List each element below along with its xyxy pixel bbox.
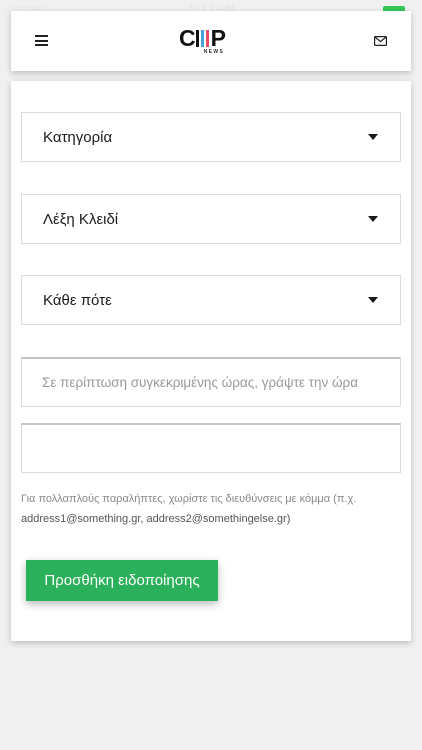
time-input[interactable] xyxy=(22,359,400,406)
keyword-select[interactable]: Λέξη Κλειδί xyxy=(21,194,401,244)
category-select[interactable]: Κατηγορία xyxy=(21,112,401,162)
email-input[interactable] xyxy=(22,425,400,472)
clip-news-logo[interactable]: CP NEWS xyxy=(179,25,239,59)
logo-wordmark: CP xyxy=(179,25,226,51)
caret-down-icon xyxy=(368,134,378,140)
keyword-select-value: Λέξη Κλειδί xyxy=(43,211,119,228)
app-header: CP NEWS xyxy=(11,11,411,71)
notification-form-card: Κατηγορία Λέξη Κλειδί Κάθε πότε Για πολλ… xyxy=(11,81,411,641)
frequency-select[interactable]: Κάθε πότε xyxy=(21,275,401,325)
recipients-help-text: Για πολλαπλούς παραλήπτες, χωρίστε τις δ… xyxy=(21,489,401,529)
email-field-wrapper xyxy=(21,423,401,473)
hamburger-menu-icon[interactable] xyxy=(35,35,48,46)
time-field-wrapper xyxy=(21,357,401,407)
caret-down-icon xyxy=(368,216,378,222)
envelope-icon[interactable] xyxy=(374,36,387,46)
category-select-value: Κατηγορία xyxy=(43,129,113,146)
help-text-line: Για πολλαπλούς παραλήπτες, χωρίστε τις δ… xyxy=(21,493,357,505)
frequency-select-value: Κάθε πότε xyxy=(43,292,112,309)
add-notification-button[interactable]: Προσθήκη ειδοποίησης xyxy=(26,560,218,601)
help-email-example: address1@something.gr, address2@somethin… xyxy=(21,513,291,525)
caret-down-icon xyxy=(368,297,378,303)
